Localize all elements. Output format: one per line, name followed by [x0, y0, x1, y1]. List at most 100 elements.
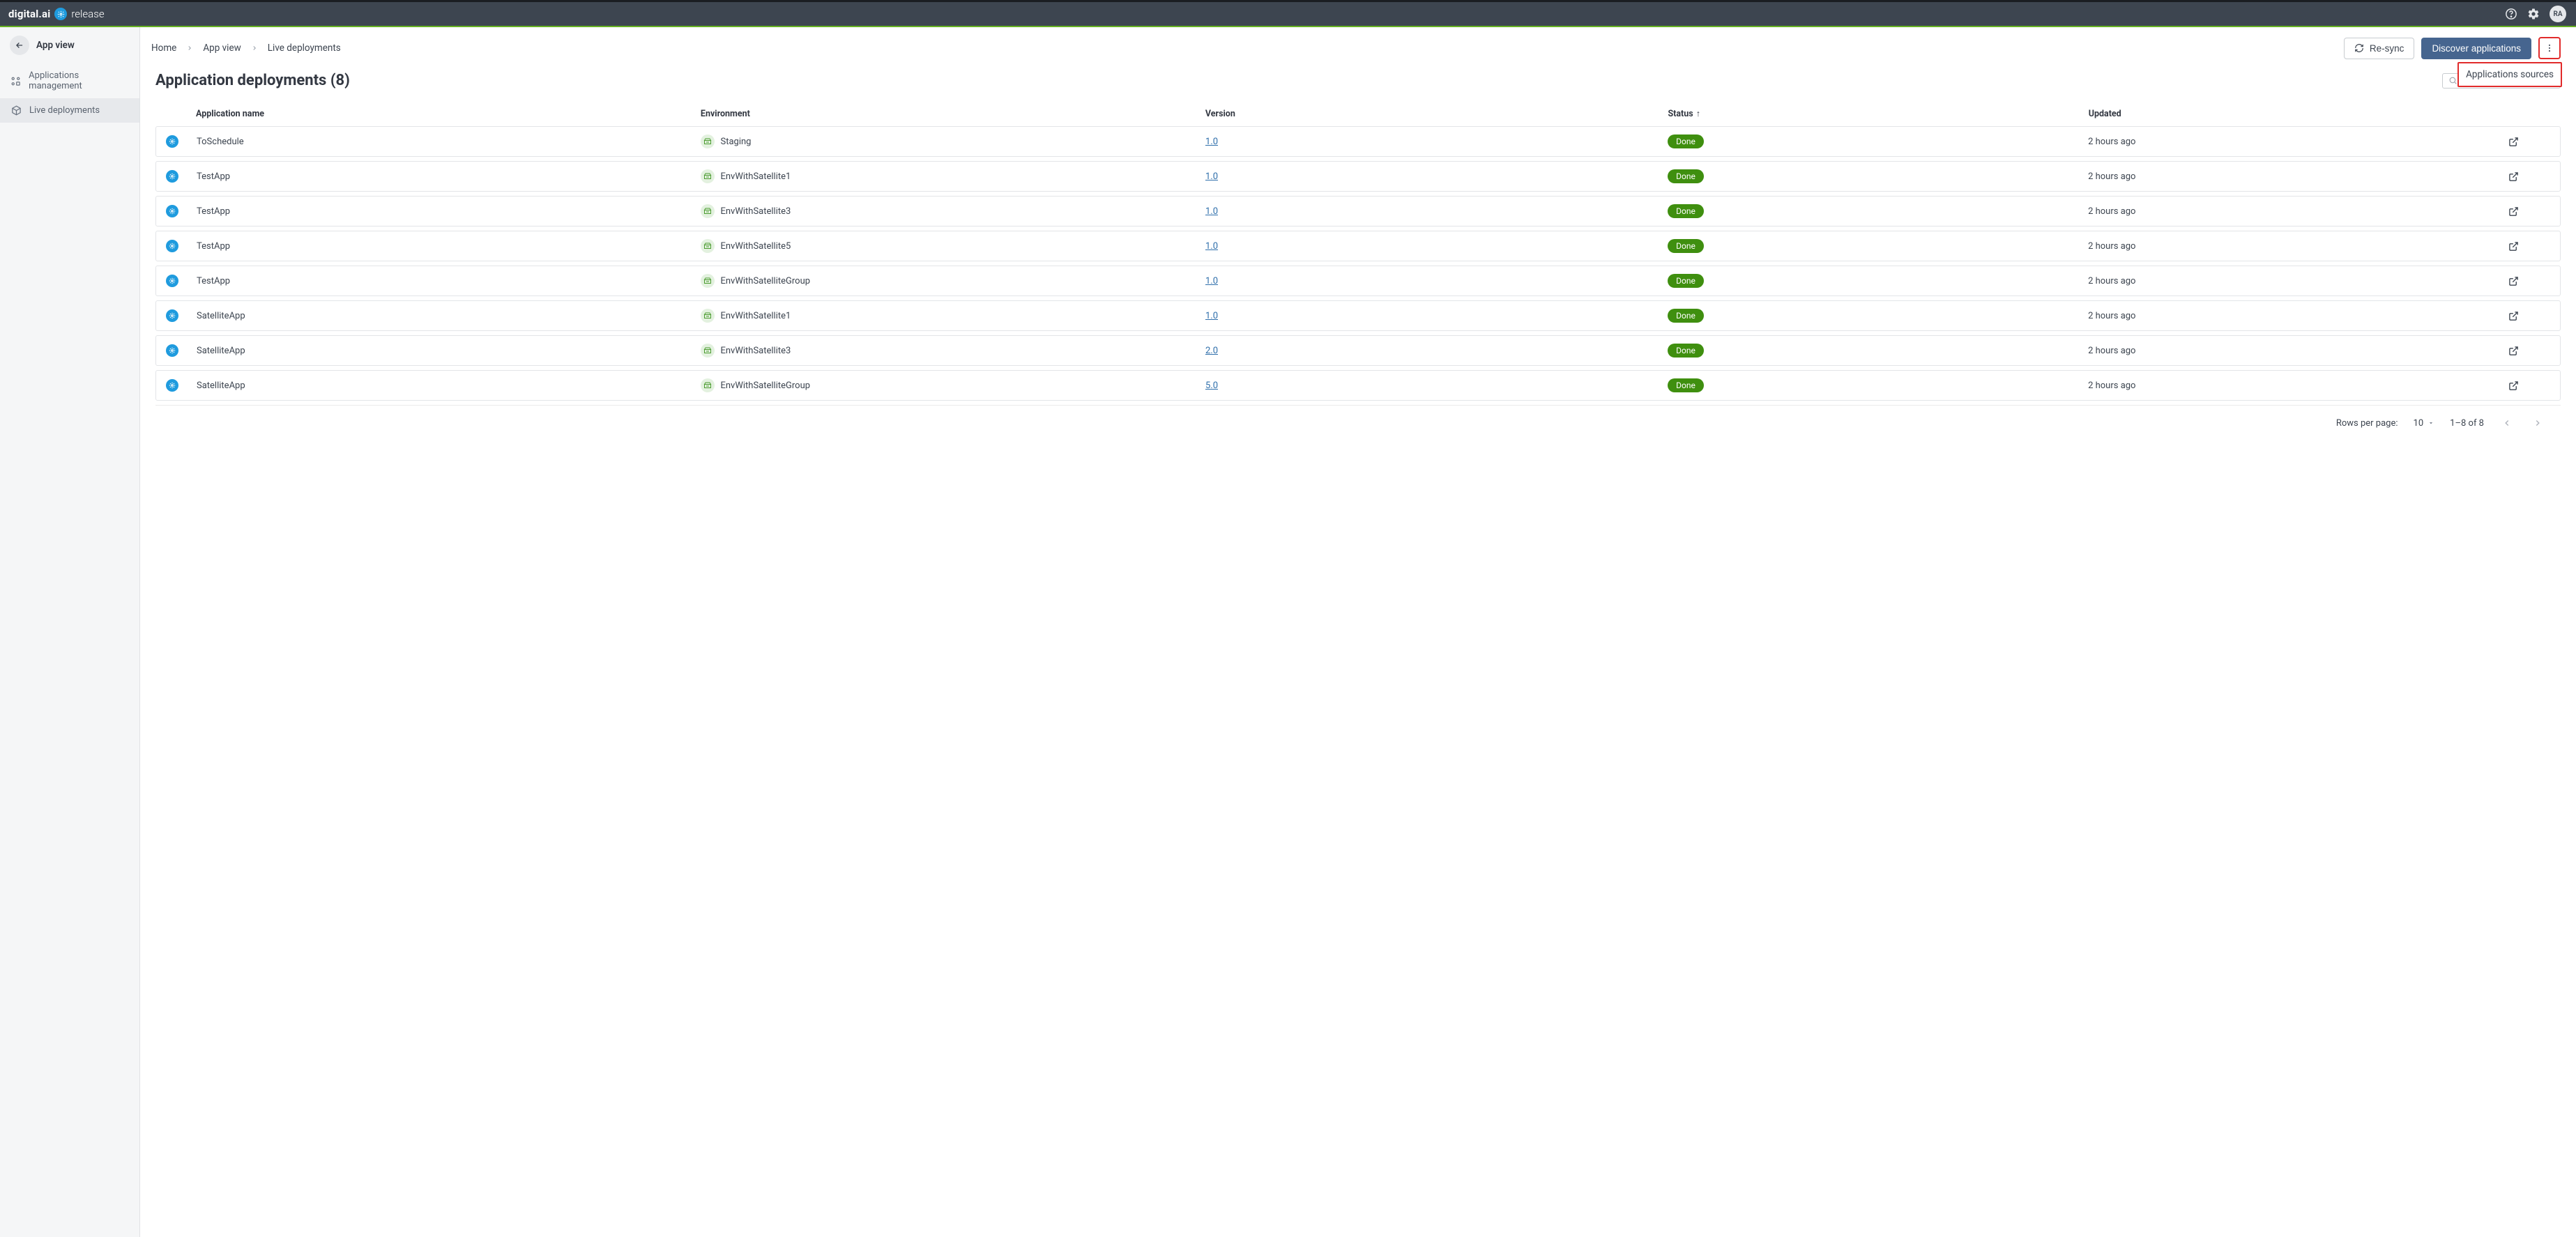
table-row[interactable]: TestApp EnvWithSatellite5 1.0 Done 2 hou…	[155, 231, 2561, 261]
col-header-app[interactable]: Application name	[196, 109, 701, 119]
cell-env-name: EnvWithSatelliteGroup	[720, 276, 810, 286]
sidebar-item-live-deployments[interactable]: Live deployments	[0, 98, 139, 123]
next-page-button[interactable]	[2530, 415, 2545, 431]
sidebar-header: App view	[0, 27, 139, 63]
status-badge: Done	[1668, 344, 1704, 358]
deployments-table: Application name Environment Version Sta…	[140, 98, 2576, 401]
version-link[interactable]: 1.0	[1205, 171, 1218, 182]
version-link[interactable]: 1.0	[1205, 206, 1218, 217]
rows-per-page-label: Rows per page:	[2336, 418, 2398, 429]
cell-updated: 2 hours ago	[2088, 346, 2508, 356]
discover-label: Discover applications	[2432, 43, 2521, 54]
external-link-icon[interactable]	[2508, 346, 2550, 356]
more-vertical-icon	[2545, 43, 2554, 53]
prev-page-button[interactable]	[2499, 415, 2515, 431]
environment-icon	[701, 204, 715, 218]
status-badge: Done	[1668, 274, 1704, 288]
crumb-live-deployments[interactable]: Live deployments	[268, 43, 341, 54]
cell-updated: 2 hours ago	[2088, 381, 2508, 391]
status-badge: Done	[1668, 135, 1704, 148]
crumb-home[interactable]: Home	[151, 43, 176, 54]
page-title: Application deployments (8)	[155, 72, 350, 89]
app-icon	[166, 275, 178, 287]
cell-updated: 2 hours ago	[2088, 311, 2508, 321]
external-link-icon[interactable]	[2508, 311, 2550, 321]
table-row[interactable]: SatelliteApp EnvWithSatellite3 2.0 Done …	[155, 335, 2561, 366]
cell-updated: 2 hours ago	[2088, 137, 2508, 147]
cell-env-name: Staging	[720, 137, 751, 147]
settings-icon[interactable]	[2527, 8, 2540, 20]
cell-app-name: TestApp	[197, 241, 701, 252]
help-icon[interactable]	[2505, 8, 2517, 20]
version-link[interactable]: 2.0	[1205, 346, 1218, 356]
external-link-icon[interactable]	[2508, 206, 2550, 217]
col-header-ver[interactable]: Version	[1205, 109, 1668, 119]
status-badge: Done	[1668, 378, 1704, 392]
app-icon	[166, 240, 178, 252]
external-link-icon[interactable]	[2508, 241, 2550, 252]
back-button[interactable]	[10, 36, 29, 55]
version-link[interactable]: 1.0	[1205, 137, 1218, 147]
external-link-icon[interactable]	[2508, 171, 2550, 182]
app-icon	[166, 344, 178, 357]
external-link-icon[interactable]	[2508, 276, 2550, 286]
cell-updated: 2 hours ago	[2088, 171, 2508, 182]
resync-label: Re-sync	[2370, 43, 2404, 54]
table-header: Application name Environment Version Sta…	[155, 98, 2561, 126]
col-header-env[interactable]: Environment	[701, 109, 1205, 119]
environment-icon	[701, 309, 715, 323]
brand: digital.ai release	[8, 8, 105, 20]
table-row[interactable]: TestApp EnvWithSatellite3 1.0 Done 2 hou…	[155, 196, 2561, 226]
cell-app-name: ToSchedule	[197, 137, 701, 147]
col-header-status[interactable]: Status↑	[1668, 109, 2088, 119]
table-row[interactable]: ToSchedule Staging 1.0 Done 2 hours ago	[155, 126, 2561, 157]
main-content: Home App view Live deployments Re-sync D…	[140, 27, 2576, 1237]
menu-item-applications-sources[interactable]: Applications sources	[2466, 69, 2554, 80]
table-row[interactable]: TestApp EnvWithSatelliteGroup 1.0 Done 2…	[155, 266, 2561, 296]
brand-icon	[54, 8, 67, 20]
version-link[interactable]: 5.0	[1205, 381, 1218, 391]
pagination: Rows per page: 10 1–8 of 8	[155, 405, 2561, 445]
environment-icon	[701, 135, 715, 148]
status-badge: Done	[1668, 169, 1704, 183]
version-link[interactable]: 1.0	[1205, 276, 1218, 286]
app-icon	[166, 170, 178, 183]
status-badge: Done	[1668, 204, 1704, 218]
status-badge: Done	[1668, 239, 1704, 253]
table-row[interactable]: SatelliteApp EnvWithSatelliteGroup 5.0 D…	[155, 370, 2561, 401]
external-link-icon[interactable]	[2508, 381, 2550, 391]
crumb-app-view[interactable]: App view	[203, 43, 241, 54]
rows-per-page-select[interactable]: 10	[2414, 418, 2435, 429]
environment-icon	[701, 274, 715, 288]
sidebar: App view Applications management Live de…	[0, 27, 140, 1237]
discover-applications-button[interactable]: Discover applications	[2421, 38, 2531, 59]
version-link[interactable]: 1.0	[1205, 311, 1218, 321]
resync-button[interactable]: Re-sync	[2344, 38, 2415, 59]
cell-app-name: TestApp	[197, 276, 701, 286]
chevron-down-icon	[2428, 420, 2434, 427]
version-link[interactable]: 1.0	[1205, 241, 1218, 252]
cell-updated: 2 hours ago	[2088, 276, 2508, 286]
cell-app-name: TestApp	[197, 171, 701, 182]
top-nav: digital.ai release RA	[0, 0, 2576, 27]
crumb-bar: Home App view Live deployments Re-sync D…	[140, 27, 2576, 69]
table-row[interactable]: TestApp EnvWithSatellite1 1.0 Done 2 hou…	[155, 161, 2561, 192]
cube-icon	[10, 105, 22, 116]
app-icon	[166, 135, 178, 148]
col-header-upd[interactable]: Updated	[2089, 109, 2509, 119]
apps-icon	[10, 76, 22, 86]
avatar[interactable]: RA	[2550, 6, 2566, 22]
sort-asc-icon: ↑	[1696, 109, 1700, 119]
table-row[interactable]: SatelliteApp EnvWithSatellite1 1.0 Done …	[155, 300, 2561, 331]
environment-icon	[701, 239, 715, 253]
cell-env-name: EnvWithSatellite1	[720, 171, 791, 182]
sidebar-title: App view	[36, 40, 75, 51]
app-icon	[166, 379, 178, 392]
external-link-icon[interactable]	[2508, 137, 2550, 147]
more-actions-button[interactable]	[2538, 37, 2561, 59]
cell-updated: 2 hours ago	[2088, 241, 2508, 252]
brand-name: digital.ai	[8, 8, 50, 20]
environment-icon	[701, 378, 715, 392]
top-actions: RA	[2505, 6, 2566, 22]
sidebar-item-applications-management[interactable]: Applications management	[0, 63, 139, 98]
